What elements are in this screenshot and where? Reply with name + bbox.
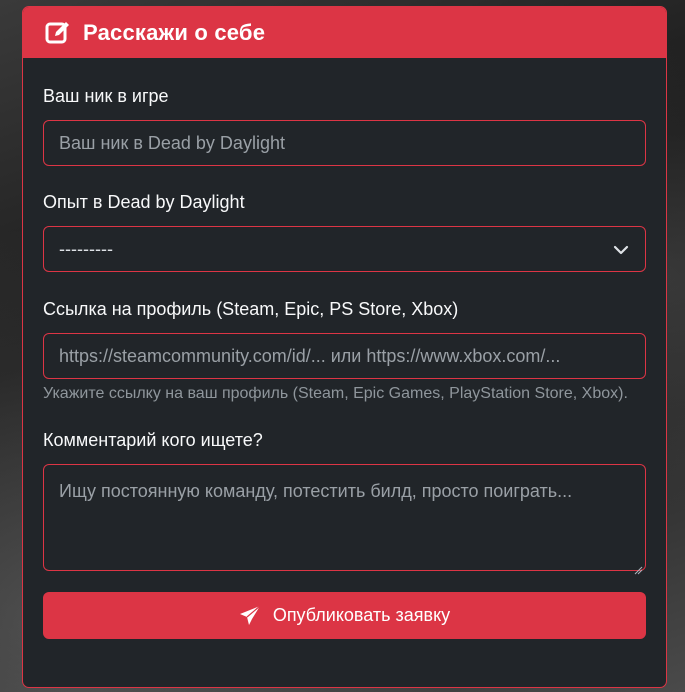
experience-selected-value: ---------	[59, 238, 113, 259]
form-body: Ваш ник в игре Ваш ник в Dead by Dayligh…	[23, 85, 666, 639]
comment-label: Комментарий кого ищете?	[43, 430, 263, 450]
card-header: Расскажи о себе	[23, 7, 666, 58]
profile-form-card: Расскажи о себе Ваш ник в игре Ваш ник в…	[22, 6, 667, 688]
comment-placeholder: Ищу постоянную команду, потестить билд, …	[59, 481, 573, 501]
experience-label: Опыт в Dead by Daylight	[43, 192, 245, 212]
nickname-label: Ваш ник в игре	[43, 86, 169, 106]
resize-grip-icon[interactable]	[634, 559, 643, 575]
experience-select[interactable]: ---------	[43, 226, 646, 272]
publish-button[interactable]: Опубликовать заявку	[43, 592, 646, 639]
profile-link-label: Ссылка на профиль (Steam, Epic, PS Store…	[43, 299, 459, 319]
profile-link-placeholder: https://steamcommunity.com/id/... или ht…	[59, 345, 561, 366]
chevron-down-icon	[612, 241, 630, 259]
profile-link-help: Укажите ссылку на ваш профиль (Steam, Ep…	[43, 385, 628, 402]
paper-plane-icon	[239, 605, 261, 627]
comment-textarea[interactable]: Ищу постоянную команду, потестить билд, …	[43, 464, 646, 575]
edit-icon	[45, 20, 71, 46]
profile-link-input[interactable]: https://steamcommunity.com/id/... или ht…	[43, 333, 646, 379]
nickname-placeholder: Ваш ник в Dead by Daylight	[59, 132, 285, 153]
publish-button-label: Опубликовать заявку	[272, 605, 451, 625]
card-title: Расскажи о себе	[83, 19, 266, 45]
nickname-input[interactable]: Ваш ник в Dead by Daylight	[43, 120, 646, 166]
